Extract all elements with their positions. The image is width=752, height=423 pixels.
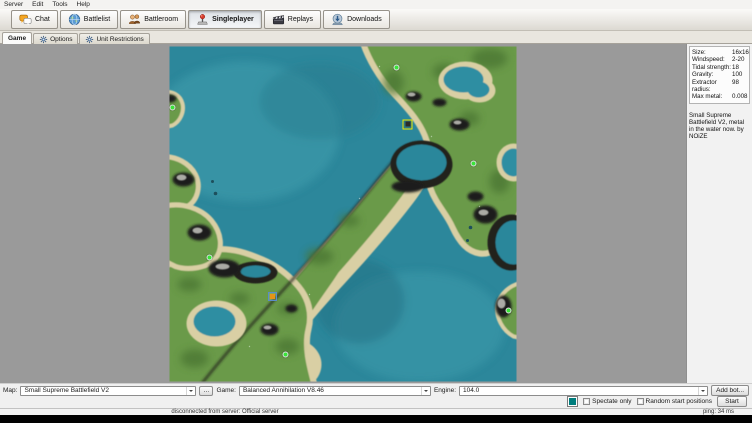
random-start-label: Random start positions [646,398,712,405]
bot-marker[interactable] [268,292,277,301]
map-info-value: 16x16 [732,49,749,56]
chevron-down-icon [421,387,430,395]
tab-label: Battleroom [144,16,178,23]
battle-sub-tab-bar: Game Options Unit Restrictions [0,31,752,44]
spectate-only-label: Spectate only [592,398,631,405]
start-position-dot [393,64,399,70]
map-info-row: Size:16x16 [692,49,747,56]
random-start-option: Random start positions [637,398,712,405]
map-info-label: Size: [692,49,732,56]
bot-icon [270,294,275,299]
map-info-row: Gravity:100 [692,71,747,78]
tab-battleroom[interactable]: Battleroom [120,10,186,29]
tab-chat[interactable]: Chat [11,10,58,29]
globe-icon [68,13,81,26]
start-button[interactable]: Start [717,396,747,407]
map-info-label: Max metal: [692,93,732,100]
game-select-value: Balanced Annihilation V8.46 [243,387,421,394]
map-info-label: Windspeed: [692,56,732,63]
map-info-row: Windspeed:2-20 [692,56,747,63]
map-select[interactable]: Small Supreme Battlefield V2 [20,386,196,396]
subtab-label: Game [8,35,26,42]
map-area [0,44,686,383]
tab-label: Replays [288,16,313,23]
users-icon [128,13,141,26]
bot-icon [405,122,410,127]
chevron-down-icon [698,387,707,395]
map-info-row: Max metal:0.008 [692,93,747,100]
tab-label: Downloads [347,16,382,23]
menu-item-edit[interactable]: Edit [32,1,43,8]
letterbox-bottom [0,415,752,423]
map-info-panel: Size:16x16Windspeed:2-20Tidal strength:1… [686,44,752,383]
map-browse-button[interactable]: ... [199,386,213,396]
random-start-checkbox[interactable] [637,398,644,405]
subtab-game[interactable]: Game [2,32,32,44]
start-position-dot [282,352,288,358]
lobby-window: Server Edit Tools Help Chat Battlelist Battle… [0,0,752,415]
tab-label: Battlelist [84,16,110,23]
gear-icon [85,35,94,44]
subtab-label: Options [50,36,72,43]
battle-setup-controls: Map: Small Supreme Battlefield V2 ... Ga… [0,383,752,408]
map-info-value: 98 [732,79,747,94]
menu-item-help[interactable]: Help [77,1,90,8]
map-label: Map: [3,387,17,394]
spectate-only-option: Spectate only [583,398,631,405]
map-info-value: 2-20 [732,56,747,63]
start-position-dot [470,161,476,167]
chat-icon [19,13,32,26]
menu-bar: Server Edit Tools Help [0,0,752,9]
main-area: Size:16x16Windspeed:2-20Tidal strength:1… [0,44,752,383]
map-info-label: Extractor radius: [692,79,732,94]
tab-label: Chat [35,16,50,23]
status-bar: disconnected from server: Official serve… [0,408,752,415]
engine-select[interactable]: 104.0 [459,386,708,396]
download-icon [331,13,344,26]
game-label: Game: [216,387,236,394]
menu-item-tools[interactable]: Tools [52,1,67,8]
team-color-fill [569,398,576,405]
chevron-down-icon [186,387,195,395]
map-info-value: 0.008 [732,93,747,100]
tab-replays[interactable]: Replays [264,10,321,29]
film-icon [272,13,285,26]
subtab-options[interactable]: Options [33,33,78,44]
map-terrain-graphic [170,46,517,381]
map-info-value: 100 [732,71,747,78]
add-bot-button[interactable]: Add bot... [711,385,749,396]
gear-icon [39,35,48,44]
start-options-row: Spectate only Random start positions Sta… [3,396,749,407]
team-color-swatch[interactable] [567,396,578,407]
bot-marker[interactable] [403,119,413,129]
start-position-dot [170,105,176,111]
engine-select-value: 104.0 [463,387,698,394]
engine-label: Engine: [434,387,456,394]
tab-battlelist[interactable]: Battlelist [60,10,118,29]
start-position-dot [506,308,512,314]
start-position-dot [206,254,212,260]
map-info-row: Extractor radius:98 [692,79,747,94]
map-select-value: Small Supreme Battlefield V2 [24,387,186,394]
map-info-box: Size:16x16Windspeed:2-20Tidal strength:1… [689,46,750,104]
map-info-label: Gravity: [692,71,732,78]
tab-downloads[interactable]: Downloads [323,10,390,29]
joystick-icon [196,13,209,26]
map-info-label: Tidal strength: [692,64,732,71]
map-info-value: 18 [732,64,747,71]
subtab-unit-restrictions[interactable]: Unit Restrictions [79,33,149,44]
spectate-only-checkbox[interactable] [583,398,590,405]
game-select[interactable]: Balanced Annihilation V8.46 [239,386,431,396]
tab-label: Singleplayer [212,16,254,23]
menu-item-server[interactable]: Server [4,1,23,8]
main-tab-bar: Chat Battlelist Battleroom Singleplayer Repl… [0,9,752,31]
subtab-label: Unit Restrictions [96,36,143,43]
selectors-row: Map: Small Supreme Battlefield V2 ... Ga… [3,385,749,396]
map-info-row: Tidal strength:18 [692,64,747,71]
map-description: Small Supreme Battlefield V2, metal in t… [687,104,752,141]
tab-singleplayer[interactable]: Singleplayer [188,10,262,29]
map-preview[interactable] [170,46,517,381]
